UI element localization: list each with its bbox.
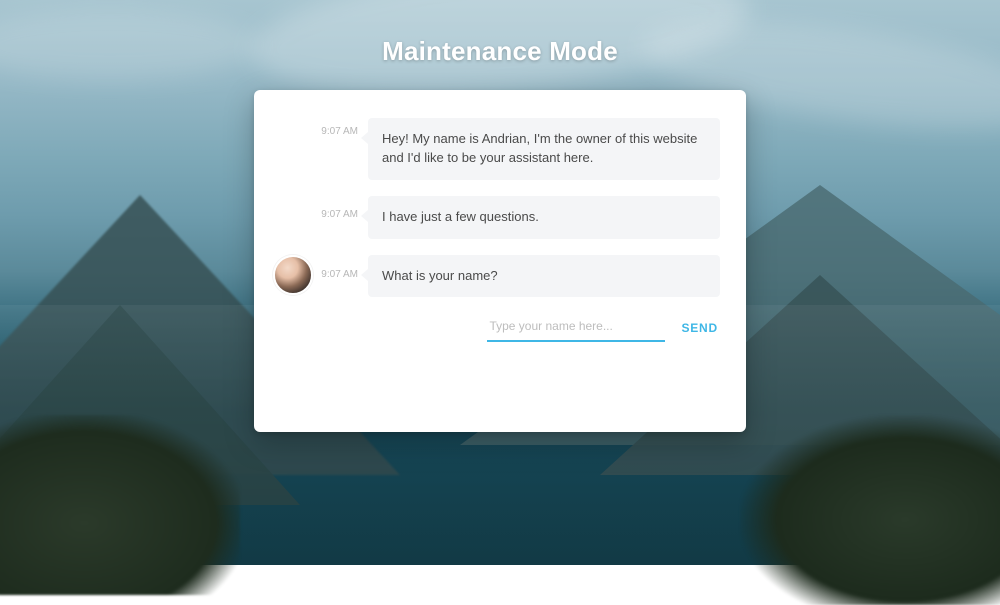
- message-bubble: What is your name?: [368, 255, 720, 298]
- chat-message: 9:07 AM Hey! My name is Andrian, I'm the…: [276, 118, 720, 180]
- message-bubble: I have just a few questions.: [368, 196, 720, 239]
- chat-message: 9:07 AM What is your name?: [276, 255, 720, 298]
- message-bubble: Hey! My name is Andrian, I'm the owner o…: [368, 118, 720, 180]
- send-button[interactable]: SEND: [679, 315, 720, 341]
- name-input[interactable]: [487, 313, 665, 342]
- message-timestamp: 9:07 AM: [321, 269, 358, 280]
- message-timestamp: 9:07 AM: [321, 209, 358, 220]
- chat-card: 9:07 AM Hey! My name is Andrian, I'm the…: [254, 90, 746, 432]
- avatar: [273, 255, 313, 295]
- page-title: Maintenance Mode: [0, 36, 1000, 67]
- chat-message: 9:07 AM I have just a few questions.: [276, 196, 720, 239]
- chat-input-row: SEND: [276, 313, 720, 342]
- message-timestamp: 9:07 AM: [321, 126, 358, 137]
